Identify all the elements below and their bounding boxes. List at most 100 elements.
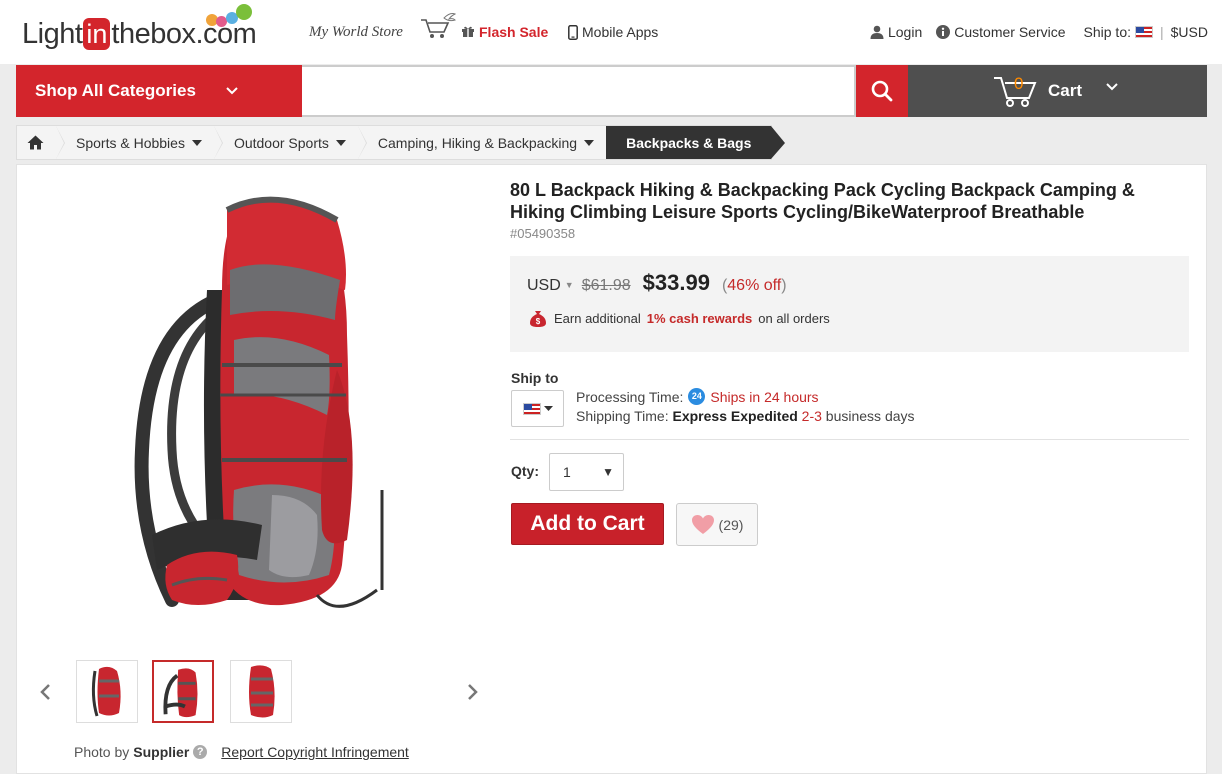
breadcrumb: Sports & Hobbies Outdoor Sports Camping,… (16, 125, 786, 160)
store-tagline: My World Store (309, 24, 403, 40)
chevron-left-icon (40, 684, 50, 700)
cash-rewards-highlight: 1% cash rewards (646, 310, 753, 326)
breadcrumb-camping-hiking[interactable]: Camping, Hiking & Backpacking (357, 126, 607, 159)
product-title: 80 L Backpack Hiking & Backpacking Pack … (510, 180, 1135, 222)
wishlist-count: (29) (718, 516, 744, 533)
user-icon (870, 25, 884, 39)
chevron-down-icon (1106, 83, 1118, 91)
thumbnail-image (249, 665, 275, 718)
breadcrumb-label: Outdoor Sports (233, 134, 329, 151)
search-button[interactable] (856, 65, 908, 117)
discount-badge: (46% off) (721, 277, 787, 294)
photo-by-label: Photo by (74, 744, 130, 760)
home-icon (27, 135, 44, 150)
search-icon (871, 80, 893, 102)
shipping-days-suffix: business days (825, 408, 915, 424)
product-thumbnail[interactable] (230, 660, 292, 723)
cart-button[interactable]: 0 Cart (908, 65, 1207, 117)
winged-cart-icon (421, 13, 456, 38)
shipping-time: Shipping Time: Express Expedited 2-3 bus… (576, 408, 915, 424)
ship-to-heading: Ship to (511, 370, 559, 386)
account-links: Login Customer Service Ship to: | $USD (856, 24, 1208, 40)
shipping-time-label: Shipping Time: (576, 408, 669, 424)
flash-sale-link[interactable]: Flash Sale (462, 24, 548, 40)
heart-icon (691, 515, 714, 534)
processing-label: Processing Time: (576, 388, 684, 405)
mobile-phone-icon (568, 24, 578, 40)
currency-selector[interactable]: USD (527, 277, 561, 295)
customer-service-label: Customer Service (954, 24, 1066, 40)
ship-to-selector[interactable]: Ship to: | $USD (1084, 24, 1208, 40)
caret-down-icon (584, 139, 595, 146)
report-copyright-link[interactable]: Report Copyright Infringement (221, 744, 409, 760)
breadcrumb-sports-hobbies[interactable]: Sports & Hobbies (56, 126, 223, 159)
search-box (302, 65, 856, 117)
caret-down-icon (335, 139, 346, 146)
cash-rewards-post: on all orders (758, 310, 830, 326)
price-row: USD ▼ $61.98 $33.99 (46% off) (527, 270, 787, 296)
separator: | (1160, 24, 1164, 40)
discount-value: 46% off (727, 277, 782, 294)
logo-text-left: Light (22, 18, 83, 50)
breadcrumb-label: Backpacks & Bags (626, 134, 752, 151)
caret-down-icon (191, 139, 202, 146)
quantity-value: 1 (563, 464, 571, 480)
mobile-apps-link[interactable]: Mobile Apps (568, 24, 658, 40)
info-icon (936, 25, 951, 39)
breadcrumb-backpacks-bags[interactable]: Backpacks & Bags (606, 126, 786, 159)
chevron-down-icon (226, 87, 238, 95)
original-price: $61.98 (581, 277, 631, 294)
caret-down-icon: ▼ (564, 280, 574, 290)
24-hours-badge-icon: 24 (688, 388, 706, 405)
wishlist-button[interactable]: (29) (676, 503, 758, 546)
price-box: USD ▼ $61.98 $33.99 (46% off) $ Earn add… (510, 256, 1189, 352)
caret-down-icon: ▼ (602, 465, 614, 479)
gift-icon (462, 26, 474, 37)
add-to-cart-button[interactable]: Add to Cart (511, 503, 664, 545)
breadcrumb-label: Sports & Hobbies (76, 134, 185, 151)
processing-value: Ships in 24 hours (710, 388, 819, 405)
breadcrumb-home[interactable] (17, 126, 65, 159)
photo-credit: Photo by Supplier ? Report Copyright Inf… (74, 744, 409, 760)
product-main-image[interactable] (122, 190, 422, 630)
site-logo[interactable]: Light in thebox.com (22, 4, 257, 52)
product-card: Photo by Supplier ? Report Copyright Inf… (16, 164, 1207, 774)
quantity-label: Qty: (511, 463, 539, 479)
thumbnail-image (163, 668, 198, 718)
ship-to-country-select[interactable] (511, 390, 564, 427)
product-thumbnail-selected[interactable] (152, 660, 214, 723)
currency-label: $USD (1170, 24, 1208, 40)
breadcrumb-outdoor-sports[interactable]: Outdoor Sports (213, 126, 367, 159)
money-bag-icon: $ (530, 311, 546, 327)
mobile-apps-label: Mobile Apps (582, 24, 659, 40)
main-nav-bar: Shop All Categories 0 Cart (16, 65, 1207, 117)
product-sku: #05490358 (510, 226, 576, 241)
login-label: Login (887, 24, 923, 40)
cash-rewards-row: $ Earn additional 1% cash rewards on all… (528, 309, 830, 327)
thumbnail-prev-arrow[interactable] (39, 677, 51, 708)
ship-to-label: Ship to: (1083, 24, 1131, 40)
svg-text:$: $ (536, 317, 541, 326)
chevron-right-icon (468, 684, 478, 700)
processing-time: Processing Time: 24 Ships in 24 hours (576, 388, 819, 405)
top-header: Light in thebox.com My World Store Flash S… (0, 0, 1222, 64)
caret-down-icon (543, 406, 553, 411)
breadcrumb-label: Camping, Hiking & Backpacking (377, 134, 578, 151)
divider (510, 439, 1189, 440)
login-link[interactable]: Login (870, 24, 922, 40)
shop-all-categories-button[interactable]: Shop All Categories (16, 65, 302, 117)
search-input[interactable] (302, 67, 854, 115)
us-flag-icon (522, 402, 541, 415)
shop-all-label: Shop All Categories (35, 81, 196, 100)
quantity-select[interactable]: 1 ▼ (549, 453, 624, 491)
cash-rewards-pre: Earn additional (554, 310, 641, 326)
sale-price: $33.99 (642, 270, 710, 295)
cart-label: Cart (1048, 81, 1083, 100)
product-thumbnail[interactable] (76, 660, 138, 723)
customer-service-link[interactable]: Customer Service (936, 24, 1066, 40)
shipping-days: 2-3 (801, 408, 822, 424)
help-icon[interactable]: ? (193, 745, 208, 759)
thumbnail-next-arrow[interactable] (467, 677, 479, 708)
logo-bubbles-icon (206, 4, 262, 28)
thumbnail-image (91, 666, 121, 717)
